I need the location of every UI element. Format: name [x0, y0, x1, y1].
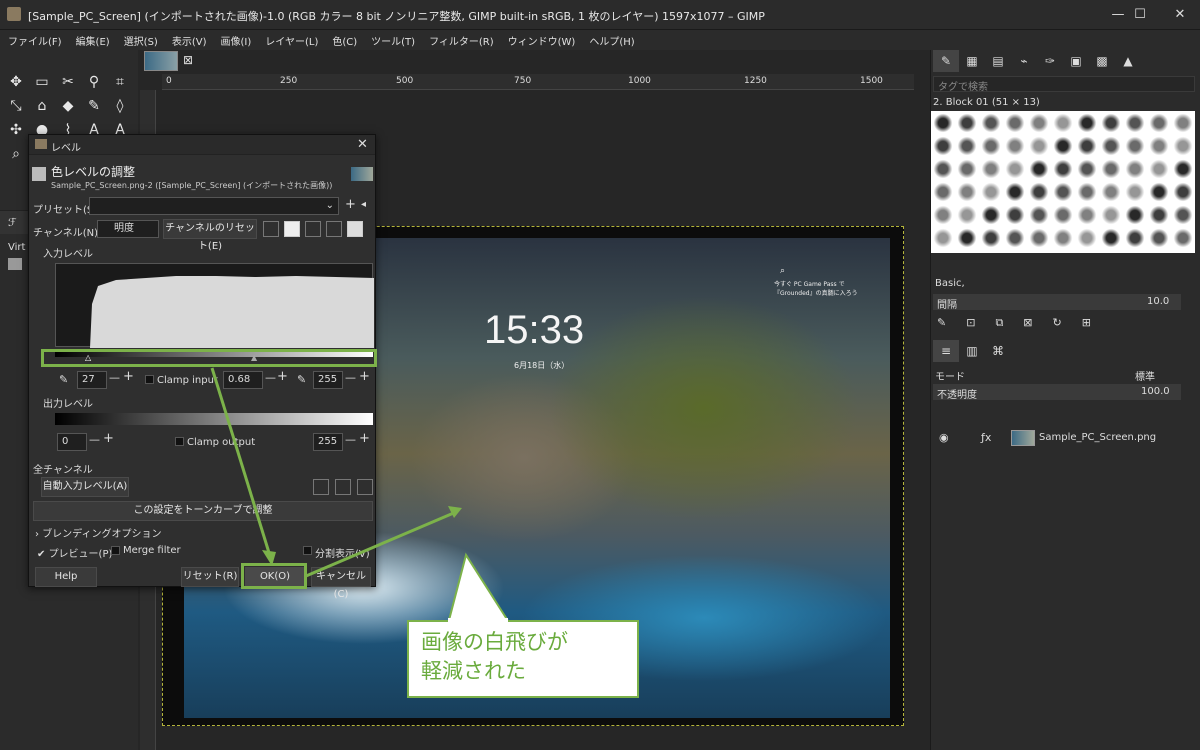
callout-line1: 画像の白飛びが — [421, 630, 568, 654]
arrow-slider-to-ok — [210, 367, 272, 557]
callout-box: 画像の白飛びが 軽減された — [407, 620, 639, 698]
callout-pointer — [446, 552, 512, 625]
callout-join — [448, 618, 508, 624]
arrow-ok-to-image — [305, 510, 457, 578]
arrowhead-image — [448, 506, 462, 518]
callout-line2: 軽減された — [421, 659, 526, 683]
arrowhead-ok — [262, 550, 276, 566]
